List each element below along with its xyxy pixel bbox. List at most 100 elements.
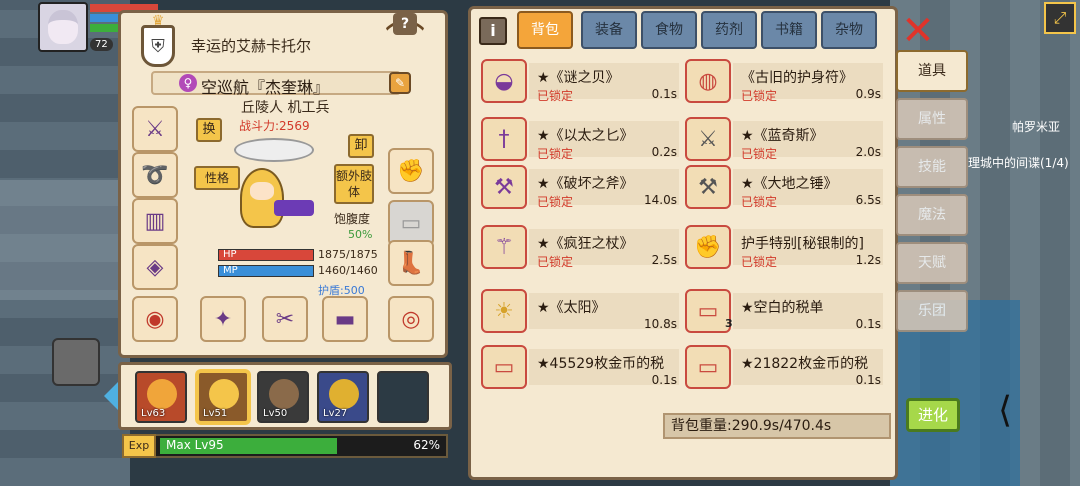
- helicopter-icon: [234, 138, 314, 162]
- item-name: ★《疯狂之杖》: [537, 236, 634, 252]
- item-locked: 已锁定: [741, 195, 778, 209]
- inventory-item[interactable]: ⚔ ★《蓝奇斯》 已锁定 2.0s: [685, 115, 885, 163]
- item-name: ★空白的税单: [741, 300, 824, 316]
- item-locked: 已锁定: [537, 147, 574, 161]
- item-weight: 14.0s: [644, 193, 677, 207]
- side-tab-attributes[interactable]: 属性: [896, 98, 968, 140]
- slot-neck[interactable]: ➰: [132, 152, 178, 198]
- item-weight: 2.5s: [651, 253, 677, 267]
- hammer-icon: ⚒: [685, 165, 731, 209]
- close-icon[interactable]: ✕: [900, 11, 936, 51]
- slot-belt[interactable]: ◉: [132, 296, 178, 342]
- left-move-pad[interactable]: [52, 338, 100, 386]
- inventory-item[interactable]: ◍ 《古旧的护身符》 已锁定 0.9s: [685, 57, 885, 105]
- helmet-icon: ⚔: [145, 116, 165, 142]
- tab-books[interactable]: 书籍: [761, 11, 817, 49]
- item-weight: 1.2s: [855, 253, 881, 267]
- item-name: ★《以太之匕》: [537, 128, 634, 144]
- inventory-item[interactable]: ▭ ★45529枚金币的税 0.1s: [481, 343, 681, 391]
- inventory-item[interactable]: ⚒ ★《破坏之斧》 已锁定 14.0s: [481, 163, 681, 211]
- tab-misc[interactable]: 杂物: [821, 11, 877, 49]
- slot-head[interactable]: ⚔: [132, 106, 178, 152]
- party-member-empty[interactable]: [377, 371, 429, 423]
- slot-ring[interactable]: ◎: [388, 296, 434, 342]
- class-crest-icon[interactable]: ⛨: [141, 25, 175, 67]
- character-header: ♛ ⛨ 幸运的艾赫卡托尔 ⌒ ?: [121, 13, 445, 71]
- combat-power: 战斗力:2569: [239, 117, 310, 134]
- tab-potion[interactable]: 药剂: [701, 11, 757, 49]
- party-member-2[interactable]: Lv51: [197, 371, 249, 423]
- inventory-item[interactable]: † ★《以太之匕》 已锁定 0.2s: [481, 115, 681, 163]
- inventory-item[interactable]: ▭ 3 ★空白的税单 0.1s: [685, 287, 885, 335]
- dagger-icon: †: [481, 117, 527, 161]
- slot-cloak[interactable]: ◈: [132, 244, 178, 290]
- staff-icon: ⚚: [481, 225, 527, 269]
- slot-gloves[interactable]: ✊: [388, 148, 434, 194]
- side-tab-band[interactable]: 乐团: [896, 290, 968, 332]
- inventory-item[interactable]: ⚒ ★《大地之锤》 已锁定 6.5s: [685, 163, 885, 211]
- item-weight: 0.2s: [651, 145, 677, 159]
- party-bar: Lv63 Lv51 Lv50 Lv27: [118, 362, 452, 430]
- item-locked: 已锁定: [741, 147, 778, 161]
- item-locked: 已锁定: [537, 195, 574, 209]
- corner-map-button[interactable]: ⤢: [1044, 2, 1076, 34]
- info-icon[interactable]: i: [479, 17, 507, 45]
- item-name: 护手特别[秘银制的]: [741, 236, 864, 252]
- mp-bar-label: MP: [223, 265, 238, 276]
- unequip-button[interactable]: 卸: [348, 134, 374, 158]
- party-member-3[interactable]: Lv50: [257, 371, 309, 423]
- power-label: 战斗力:: [239, 119, 280, 133]
- edit-name-button[interactable]: ✎: [389, 72, 411, 94]
- item-name: ★《大地之锤》: [741, 176, 838, 192]
- extra-limb-button[interactable]: 额外肢体: [334, 164, 374, 204]
- paper-icon: ▭: [685, 345, 731, 389]
- slot-body[interactable]: ▥: [132, 198, 178, 244]
- item-name: ★《太阳》: [537, 300, 606, 316]
- blade-icon: ✂: [275, 306, 295, 332]
- tab-food[interactable]: 食物: [641, 11, 697, 49]
- inventory-item[interactable]: ✊ 护手特别[秘银制的] 已锁定 1.2s: [685, 223, 885, 271]
- slot-off-weapon[interactable]: ✂: [262, 296, 308, 342]
- character-title: 幸运的艾赫卡托尔: [191, 37, 312, 55]
- tab-equipment[interactable]: 装备: [581, 11, 637, 49]
- inventory-item[interactable]: ⚚ ★《疯狂之杖》 已锁定 2.5s: [481, 223, 681, 271]
- evolve-button[interactable]: 进化: [906, 398, 960, 432]
- quest-tracker[interactable]: 理城中的间谍(1/4): [968, 154, 1069, 171]
- member-level: Lv27: [323, 408, 348, 419]
- help-icon[interactable]: ?: [393, 13, 417, 35]
- item-name: ★《蓝奇斯》: [741, 128, 824, 144]
- side-tab-skills[interactable]: 技能: [896, 146, 968, 188]
- item-weight: 0.1s: [651, 87, 677, 101]
- party-member-1[interactable]: Lv63: [135, 371, 187, 423]
- tab-backpack[interactable]: 背包: [517, 11, 573, 49]
- side-tab-magic[interactable]: 魔法: [896, 194, 968, 236]
- inventory-panel: i 背包 装备 食物 药剂 书籍 杂物 ◒ ★《谜之贝》 已锁定 0.1s † …: [468, 6, 898, 480]
- belt-icon: ◉: [145, 306, 165, 332]
- mp-bar: MP: [218, 265, 314, 277]
- inventory-item[interactable]: ◒ ★《谜之贝》 已锁定 0.1s: [481, 57, 681, 105]
- hero-sprite: [210, 138, 320, 248]
- item-weight: 6.5s: [855, 193, 881, 207]
- character-name-bar: ♀ 空巡航『杰奎琳』 ✎: [151, 71, 411, 97]
- side-tab-items[interactable]: 道具: [896, 50, 968, 92]
- party-member-4[interactable]: Lv27: [317, 371, 369, 423]
- slot-gun[interactable]: ▬: [322, 296, 368, 342]
- sun-mask-icon: ☀: [481, 289, 527, 333]
- exp-bar: Exp Max Lv95 62%: [122, 434, 448, 458]
- shell-icon: ◒: [481, 59, 527, 103]
- skill-tree-icon[interactable]: ⟨: [978, 384, 1032, 438]
- inventory-item[interactable]: ▭ ★21822枚金币的税 0.1s: [685, 343, 885, 391]
- slot-boots[interactable]: 👢: [388, 240, 434, 286]
- inventory-item[interactable]: ☀ ★《太阳》 10.8s: [481, 287, 681, 335]
- character-class: 丘陵人 机工兵: [241, 100, 330, 116]
- female-icon: ♀: [179, 74, 197, 92]
- hero-face: [250, 182, 274, 200]
- member-level: Lv63: [141, 408, 166, 419]
- scarf-icon: ➰: [141, 162, 169, 188]
- side-tab-talent[interactable]: 天赋: [896, 242, 968, 284]
- paper-icon: ▭: [481, 345, 527, 389]
- player-portrait[interactable]: [38, 2, 88, 52]
- member-level: Lv50: [263, 408, 288, 419]
- slot-main-weapon[interactable]: ✦: [200, 296, 246, 342]
- item-weight: 0.1s: [855, 373, 881, 387]
